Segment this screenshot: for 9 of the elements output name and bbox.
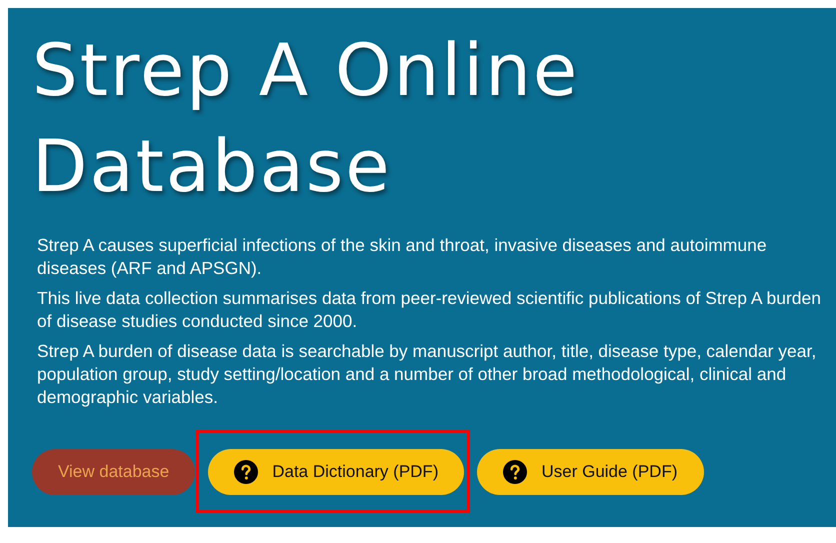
page-title: Strep A Online [32, 27, 580, 114]
help-icon [234, 460, 258, 484]
pdf-link-button[interactable]: User Guide (PDF) [477, 448, 704, 494]
description-text: This live data collection summarises data from peer-reviewed scientific publications of Strep A burden of disease studies conducted since 2000. [37, 287, 822, 333]
description-text: Strep A causes superficial infections of the skin and throat, invasive diseases and autoimmune diseases (ARF and APSGN). [37, 234, 768, 280]
page-title: Database [32, 123, 393, 210]
help-icon [503, 460, 528, 484]
description-text: Strep A burden of disease data is searchable by manuscript author, title, disease type, calendar year, population group, study setting/location and a number of other broad methodological, clinical and demographic variables. [37, 340, 818, 409]
pdf-link-button[interactable]: Data Dictionary (PDF) [208, 449, 464, 495]
